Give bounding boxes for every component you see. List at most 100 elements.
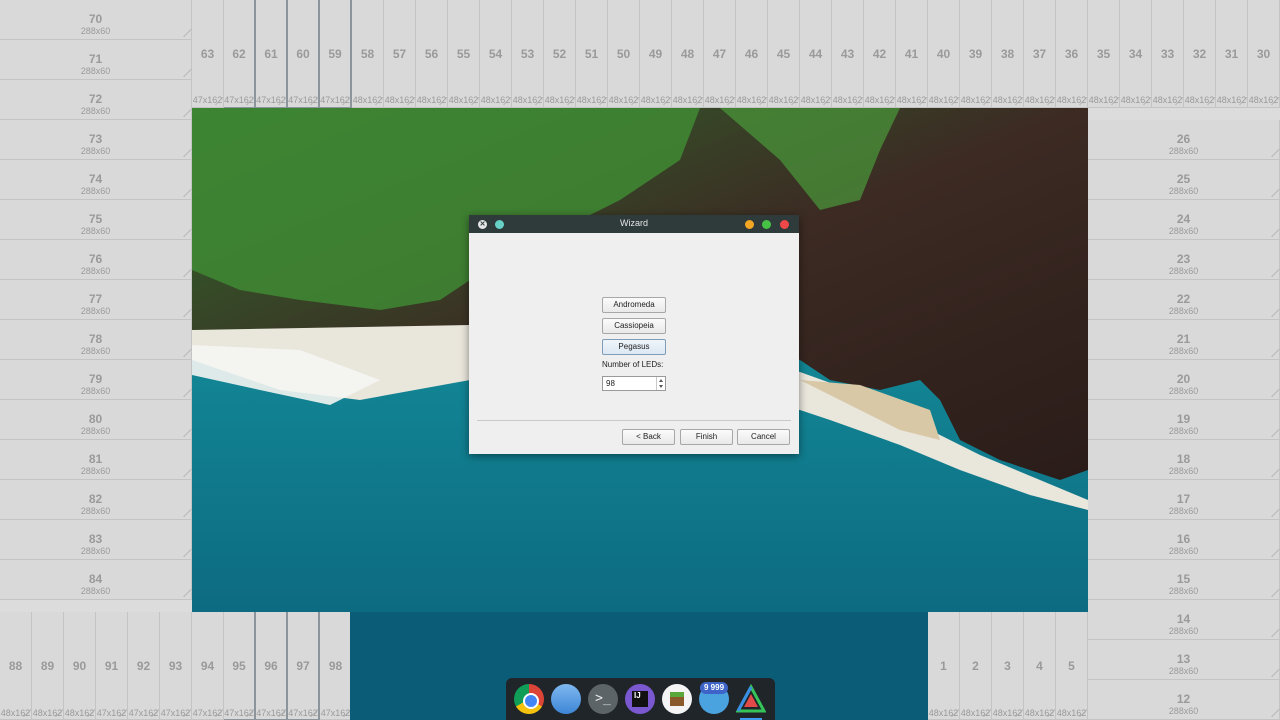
led-tile-top-45[interactable]: 45 48x162 xyxy=(768,0,800,108)
led-tile-bottom-1[interactable]: 1 48x162 xyxy=(928,612,960,720)
led-tile-right-19[interactable]: 19 288x60 xyxy=(1088,400,1280,440)
led-tile-top-58[interactable]: 58 48x162 xyxy=(352,0,384,108)
led-tile-right-17[interactable]: 17 288x60 xyxy=(1088,480,1280,520)
led-tile-bottom-98[interactable]: 98 47x162 xyxy=(320,612,352,720)
triangle-app-icon[interactable] xyxy=(735,683,767,714)
cancel-button[interactable]: Cancel xyxy=(737,429,790,445)
finish-button[interactable]: Finish xyxy=(680,429,733,445)
close-button[interactable] xyxy=(780,220,789,229)
led-tile-top-59[interactable]: 59 47x162 xyxy=(320,0,352,108)
led-tile-top-46[interactable]: 46 48x162 xyxy=(736,0,768,108)
led-tile-top-41[interactable]: 41 48x162 xyxy=(896,0,928,108)
led-tile-left-81[interactable]: 81 288x60 xyxy=(0,440,192,480)
led-tile-top-57[interactable]: 57 48x162 xyxy=(384,0,416,108)
led-tile-bottom-5[interactable]: 5 48x162 xyxy=(1056,612,1088,720)
led-tile-top-36[interactable]: 36 48x162 xyxy=(1056,0,1088,108)
led-tile-bottom-89[interactable]: 89 48x162 xyxy=(32,612,64,720)
led-tile-top-56[interactable]: 56 48x162 xyxy=(416,0,448,108)
led-tile-left-72[interactable]: 72 288x60 xyxy=(0,80,192,120)
led-tile-top-62[interactable]: 62 47x162 xyxy=(224,0,256,108)
led-tile-right-13[interactable]: 13 288x60 xyxy=(1088,640,1280,680)
led-tile-left-83[interactable]: 83 288x60 xyxy=(0,520,192,560)
led-tile-top-34[interactable]: 34 48x162 xyxy=(1120,0,1152,108)
files-icon[interactable] xyxy=(551,684,581,714)
led-tile-right-16[interactable]: 16 288x60 xyxy=(1088,520,1280,560)
led-tile-bottom-97[interactable]: 97 47x162 xyxy=(288,612,320,720)
led-tile-top-38[interactable]: 38 48x162 xyxy=(992,0,1024,108)
window-titlebar[interactable]: ✕ Wizard xyxy=(469,215,799,233)
led-tile-left-76[interactable]: 76 288x60 xyxy=(0,240,192,280)
led-tile-left-79[interactable]: 79 288x60 xyxy=(0,360,192,400)
led-count-spinbox[interactable]: 98 xyxy=(602,376,666,391)
led-tile-bottom-90[interactable]: 90 48x162 xyxy=(64,612,96,720)
led-tile-right-20[interactable]: 20 288x60 xyxy=(1088,360,1280,400)
led-tile-left-78[interactable]: 78 288x60 xyxy=(0,320,192,360)
led-tile-left-74[interactable]: 74 288x60 xyxy=(0,160,192,200)
led-tile-left-75[interactable]: 75 288x60 xyxy=(0,200,192,240)
led-tile-top-55[interactable]: 55 48x162 xyxy=(448,0,480,108)
led-tile-bottom-92[interactable]: 92 47x162 xyxy=(128,612,160,720)
led-tile-right-26[interactable]: 26 288x60 xyxy=(1088,120,1280,160)
led-tile-bottom-96[interactable]: 96 47x162 xyxy=(256,612,288,720)
led-tile-top-32[interactable]: 32 48x162 xyxy=(1184,0,1216,108)
led-tile-left-73[interactable]: 73 288x60 xyxy=(0,120,192,160)
andromeda-button[interactable]: Andromeda xyxy=(602,297,666,313)
intellij-icon[interactable]: IJ xyxy=(625,684,655,714)
led-tile-top-50[interactable]: 50 48x162 xyxy=(608,0,640,108)
led-tile-right-21[interactable]: 21 288x60 xyxy=(1088,320,1280,360)
led-tile-top-43[interactable]: 43 48x162 xyxy=(832,0,864,108)
led-tile-top-44[interactable]: 44 48x162 xyxy=(800,0,832,108)
terminal-icon[interactable]: >_ xyxy=(588,684,618,714)
chrome-icon[interactable] xyxy=(514,684,544,714)
led-tile-top-60[interactable]: 60 47x162 xyxy=(288,0,320,108)
led-tile-right-15[interactable]: 15 288x60 xyxy=(1088,560,1280,600)
led-tile-top-54[interactable]: 54 48x162 xyxy=(480,0,512,108)
led-tile-left-71[interactable]: 71 288x60 xyxy=(0,40,192,80)
led-tile-top-63[interactable]: 63 47x162 xyxy=(192,0,224,108)
led-tile-bottom-91[interactable]: 91 47x162 xyxy=(96,612,128,720)
led-tile-top-52[interactable]: 52 48x162 xyxy=(544,0,576,108)
minecraft-icon[interactable] xyxy=(662,684,692,714)
led-tile-top-33[interactable]: 33 48x162 xyxy=(1152,0,1184,108)
cassiopeia-button[interactable]: Cassiopeia xyxy=(602,318,666,334)
led-tile-bottom-94[interactable]: 94 47x162 xyxy=(192,612,224,720)
led-tile-bottom-93[interactable]: 93 47x162 xyxy=(160,612,192,720)
spin-down-icon[interactable] xyxy=(659,385,663,388)
led-tile-right-25[interactable]: 25 288x60 xyxy=(1088,160,1280,200)
led-tile-left-84[interactable]: 84 288x60 xyxy=(0,560,192,600)
led-tile-bottom-95[interactable]: 95 47x162 xyxy=(224,612,256,720)
led-tile-right-23[interactable]: 23 288x60 xyxy=(1088,240,1280,280)
spin-arrows[interactable] xyxy=(656,377,665,390)
led-tile-top-40[interactable]: 40 48x162 xyxy=(928,0,960,108)
led-tile-left-77[interactable]: 77 288x60 xyxy=(0,280,192,320)
led-tile-left-70[interactable]: 70 288x60 xyxy=(0,0,192,40)
led-tile-top-49[interactable]: 49 48x162 xyxy=(640,0,672,108)
led-tile-bottom-4[interactable]: 4 48x162 xyxy=(1024,612,1056,720)
led-tile-top-48[interactable]: 48 48x162 xyxy=(672,0,704,108)
led-tile-right-12[interactable]: 12 288x60 xyxy=(1088,680,1280,720)
led-tile-bottom-3[interactable]: 3 48x162 xyxy=(992,612,1024,720)
led-tile-top-35[interactable]: 35 48x162 xyxy=(1088,0,1120,108)
led-tile-top-37[interactable]: 37 48x162 xyxy=(1024,0,1056,108)
maximize-button[interactable] xyxy=(762,220,771,229)
led-tile-bottom-88[interactable]: 88 48x162 xyxy=(0,612,32,720)
led-tile-right-14[interactable]: 14 288x60 xyxy=(1088,600,1280,640)
led-tile-right-18[interactable]: 18 288x60 xyxy=(1088,440,1280,480)
led-tile-top-53[interactable]: 53 48x162 xyxy=(512,0,544,108)
led-tile-top-39[interactable]: 39 48x162 xyxy=(960,0,992,108)
led-tile-bottom-2[interactable]: 2 48x162 xyxy=(960,612,992,720)
led-tile-left-80[interactable]: 80 288x60 xyxy=(0,400,192,440)
led-tile-top-47[interactable]: 47 48x162 xyxy=(704,0,736,108)
back-button[interactable]: < Back xyxy=(622,429,675,445)
led-tile-top-61[interactable]: 61 47x162 xyxy=(256,0,288,108)
minimize-button[interactable] xyxy=(745,220,754,229)
led-tile-right-24[interactable]: 24 288x60 xyxy=(1088,200,1280,240)
led-tile-top-42[interactable]: 42 48x162 xyxy=(864,0,896,108)
led-tile-left-82[interactable]: 82 288x60 xyxy=(0,480,192,520)
led-tile-top-30[interactable]: 30 48x162 xyxy=(1248,0,1280,108)
led-tile-right-22[interactable]: 22 288x60 xyxy=(1088,280,1280,320)
pegasus-button[interactable]: Pegasus xyxy=(602,339,666,355)
led-tile-top-31[interactable]: 31 48x162 xyxy=(1216,0,1248,108)
led-tile-top-51[interactable]: 51 48x162 xyxy=(576,0,608,108)
spin-up-icon[interactable] xyxy=(659,379,663,382)
